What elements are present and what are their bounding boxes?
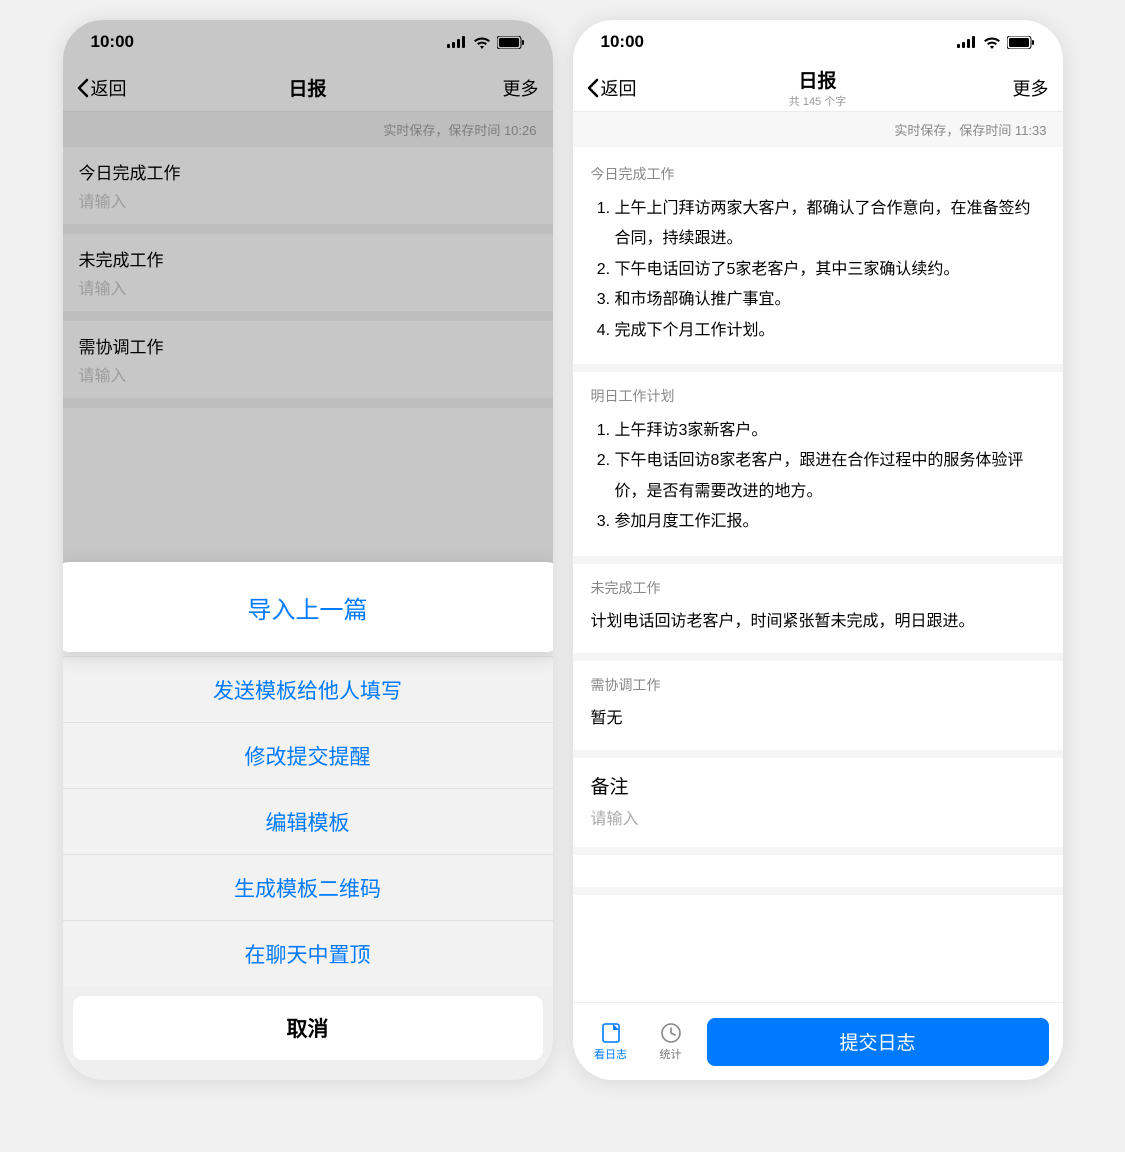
- back-label: 返回: [601, 75, 637, 101]
- bar-label: 统计: [660, 1046, 682, 1062]
- stats-button[interactable]: 统计: [647, 1022, 695, 1062]
- section-more: [573, 855, 1063, 895]
- battery-icon: [1007, 36, 1035, 49]
- nav-title-wrap: 日报 共 145 个字: [789, 66, 846, 109]
- action-sheet-overlay[interactable]: 导入上一篇 发送模板给他人填写 修改提交提醒 编辑模板 生成模板二维码 在聊天中…: [63, 20, 553, 1080]
- placeholder: 请输入: [591, 805, 1045, 829]
- section-incomplete: 未完成工作 计划电话回访老客户，时间紧张暂未完成，明日跟进。: [573, 564, 1063, 661]
- status-bar: 10:00: [573, 20, 1063, 64]
- section-today: 今日完成工作 上午上门拜访两家大客户，都确认了合作意向，在准备签约合同，持续跟进…: [573, 150, 1063, 372]
- list-item: 上午拜访3家新客户。: [615, 416, 1045, 446]
- section-tomorrow: 明日工作计划 上午拜访3家新客户。 下午电话回访8家老客户，跟进在合作过程中的服…: [573, 372, 1063, 564]
- bar-label: 看日志: [594, 1046, 627, 1062]
- action-edit-template[interactable]: 编辑模板: [63, 788, 553, 854]
- phone-right: 10:00 返回 日报 共 145 个字 更多 实时保存，保存时间 11:33 …: [573, 20, 1063, 1080]
- submit-button[interactable]: 提交日志: [707, 1018, 1049, 1066]
- action-import-previous[interactable]: 导入上一篇: [63, 562, 553, 652]
- action-pin-chat[interactable]: 在聊天中置顶: [63, 920, 553, 986]
- list-item: 下午电话回访8家老客户，跟进在合作过程中的服务体验评价，是否有需要改进的地方。: [615, 446, 1045, 507]
- list-item: 和市场部确认推广事宜。: [615, 285, 1045, 315]
- content-scroll[interactable]: 今日完成工作 上午上门拜访两家大客户，都确认了合作意向，在准备签约合同，持续跟进…: [573, 150, 1063, 1002]
- signal-icon: [957, 36, 977, 48]
- more-button[interactable]: 更多: [1013, 75, 1049, 101]
- action-template-qr[interactable]: 生成模板二维码: [63, 854, 553, 920]
- log-icon: [600, 1022, 622, 1044]
- wifi-icon: [983, 36, 1001, 49]
- list-item: 下午电话回访了5家老客户，其中三家确认续约。: [615, 255, 1045, 285]
- section-coord: 需协调工作 暂无: [573, 661, 1063, 758]
- chevron-left-icon: [587, 78, 599, 98]
- action-sheet: 导入上一篇 发送模板给他人填写 修改提交提醒 编辑模板 生成模板二维码 在聊天中…: [63, 570, 553, 1080]
- action-modify-reminder[interactable]: 修改提交提醒: [63, 722, 553, 788]
- section-text: 暂无: [591, 705, 1045, 732]
- bottom-bar: 看日志 统计 提交日志: [573, 1002, 1063, 1080]
- section-title: 未完成工作: [591, 578, 1045, 598]
- back-button[interactable]: 返回: [587, 75, 637, 101]
- page-subtitle: 共 145 个字: [789, 93, 846, 109]
- status-icons: [957, 36, 1035, 49]
- today-list: 上午上门拜访两家大客户，都确认了合作意向，在准备签约合同，持续跟进。 下午电话回…: [591, 194, 1045, 346]
- clock-icon: [660, 1022, 682, 1044]
- view-log-button[interactable]: 看日志: [587, 1022, 635, 1062]
- page-title: 日报: [789, 66, 846, 93]
- list-item: 上午上门拜访两家大客户，都确认了合作意向，在准备签约合同，持续跟进。: [615, 194, 1045, 255]
- section-title: 今日完成工作: [591, 164, 1045, 184]
- nav-bar: 返回 日报 共 145 个字 更多: [573, 64, 1063, 112]
- save-hint: 实时保存，保存时间 11:33: [573, 112, 1063, 147]
- list-item: 完成下个月工作计划。: [615, 316, 1045, 346]
- remark-title: 备注: [591, 772, 1045, 799]
- action-send-template[interactable]: 发送模板给他人填写: [63, 656, 553, 722]
- phone-left: 10:00 返回 日报 更多 实时保存，保存时间 10:26 今日完成工作 请输…: [63, 20, 553, 1080]
- cancel-button[interactable]: 取消: [73, 996, 543, 1060]
- tomorrow-list: 上午拜访3家新客户。 下午电话回访8家老客户，跟进在合作过程中的服务体验评价，是…: [591, 416, 1045, 538]
- section-title: 需协调工作: [591, 675, 1045, 695]
- list-item: 参加月度工作汇报。: [615, 507, 1045, 537]
- section-text: 计划电话回访老客户，时间紧张暂未完成，明日跟进。: [591, 608, 1045, 635]
- status-time: 10:00: [601, 32, 644, 52]
- section-title: 明日工作计划: [591, 386, 1045, 406]
- section-remark[interactable]: 备注 请输入: [573, 758, 1063, 855]
